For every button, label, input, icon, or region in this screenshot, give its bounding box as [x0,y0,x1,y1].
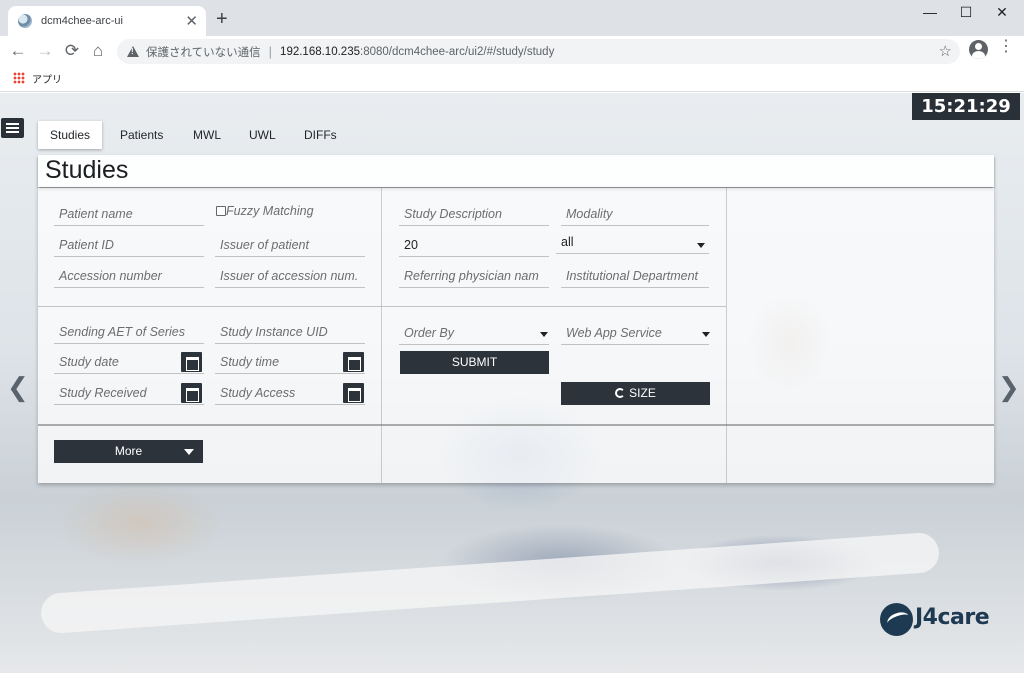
minimize-button[interactable]: — [912,4,948,20]
tab-uwl[interactable]: UWL [237,121,288,149]
more-dropdown-icon [184,449,194,455]
more-button-label: More [114,444,143,458]
order-by-select[interactable]: Order By [399,321,549,345]
logo-text: J4care [915,605,990,630]
bookmark-star-icon[interactable]: ☆ [939,42,952,60]
web-app-service-dropdown-icon [702,332,710,337]
close-window-button[interactable]: ✕ [984,4,1020,21]
column-divider [381,188,382,483]
sending-aet-input[interactable]: Sending AET of Series [54,320,204,344]
logo-mark-icon [880,603,913,636]
institutional-department-input[interactable]: Institutional Department [561,264,709,288]
apps-grid-icon[interactable] [13,72,25,84]
more-button[interactable]: More [54,440,203,463]
next-page-arrow-icon[interactable]: ❯ [998,373,1020,403]
url-host: 192.168.10.235 [280,45,360,58]
web-app-service-select[interactable]: Web App Service [561,321,709,345]
modality-label: Modality [561,202,709,226]
study-time-calendar-icon[interactable] [343,352,364,372]
browser-tabstrip: dcm4chee-arc-ui ✕ + — ☐ ✕ [0,0,1024,36]
tab-studies[interactable]: Studies [38,121,103,149]
study-filter-panel: Patient name Fuzzy Matching Patient ID I… [38,188,994,483]
url-path: :8080/dcm4chee-arc/ui2/#/study/study [360,45,555,58]
size-button-label: SIZE [629,386,656,400]
new-tab-button[interactable]: + [216,9,228,29]
tab-diffs[interactable]: DIFFs [292,121,349,149]
tab-favicon-icon [18,14,32,28]
fuzzy-matching-checkbox[interactable] [216,206,226,216]
background-photo-shape [39,531,941,635]
bookmark-apps[interactable]: アプリ [32,71,62,86]
tab-patients[interactable]: Patients [108,121,175,149]
row-divider [38,306,726,307]
maximize-button[interactable]: ☐ [948,4,984,21]
order-by-dropdown-icon [540,332,548,337]
bookmarks-bar [0,66,1024,92]
j4care-logo: J4care [880,603,1000,639]
refresh-icon [615,388,626,398]
tab-title: dcm4chee-arc-ui [41,15,123,27]
submit-button[interactable]: SUBMIT [400,351,549,374]
study-date-calendar-icon[interactable] [181,352,202,372]
page-title: Studies [45,156,129,184]
address-bar[interactable]: 保護されていない通信 | 192.168.10.235 :8080/dcm4ch… [117,39,960,64]
page-title-bar: Studies [38,155,994,187]
referring-physician-input[interactable]: Referring physician nam [399,264,549,288]
patient-name-input[interactable]: Patient name [54,202,204,226]
clock: 15:21:29 [912,93,1020,120]
app-viewport: 15:21:29 Studies Patients MWL UWL DIFFs … [0,93,1024,673]
issuer-of-patient-input[interactable]: Issuer of patient [215,233,365,257]
row-divider [38,424,994,426]
patient-id-input[interactable]: Patient ID [54,233,204,257]
limit-input[interactable]: 20 [399,233,549,257]
study-description-input[interactable]: Study Description [399,202,549,226]
modality-select[interactable]: all [556,230,709,254]
size-button[interactable]: SIZE [561,382,710,405]
accession-number-input[interactable]: Accession number [54,264,204,288]
issuer-of-accession-input[interactable]: Issuer of accession num. [215,264,365,288]
hamburger-menu-icon[interactable] [1,118,24,138]
study-instance-uid-input[interactable]: Study Instance UID [215,320,365,344]
forward-button[interactable]: → [35,41,55,61]
browser-menu-icon[interactable]: ⋮ [998,39,1014,55]
warning-icon [127,46,139,57]
security-status[interactable]: 保護されていない通信 [146,44,261,60]
reload-button[interactable]: ⟳ [62,41,82,61]
profile-avatar-icon[interactable] [969,40,988,59]
back-button[interactable]: ← [8,41,28,61]
study-received-calendar-icon[interactable] [181,383,202,403]
tab-close-icon[interactable]: ✕ [185,14,198,29]
browser-tab[interactable]: dcm4chee-arc-ui ✕ [8,6,206,36]
fuzzy-matching-label: Fuzzy Matching [226,204,314,218]
tab-mwl[interactable]: MWL [181,121,233,149]
study-access-calendar-icon[interactable] [343,383,364,403]
home-button[interactable]: ⌂ [88,41,108,61]
previous-page-arrow-icon[interactable]: ❮ [7,373,29,403]
browser-toolbar: ← → ⟳ ⌂ 保護されていない通信 | 192.168.10.235 :808… [0,36,1024,66]
column-divider [726,188,727,483]
address-separator: | [268,44,273,59]
modality-dropdown-icon [697,243,705,248]
